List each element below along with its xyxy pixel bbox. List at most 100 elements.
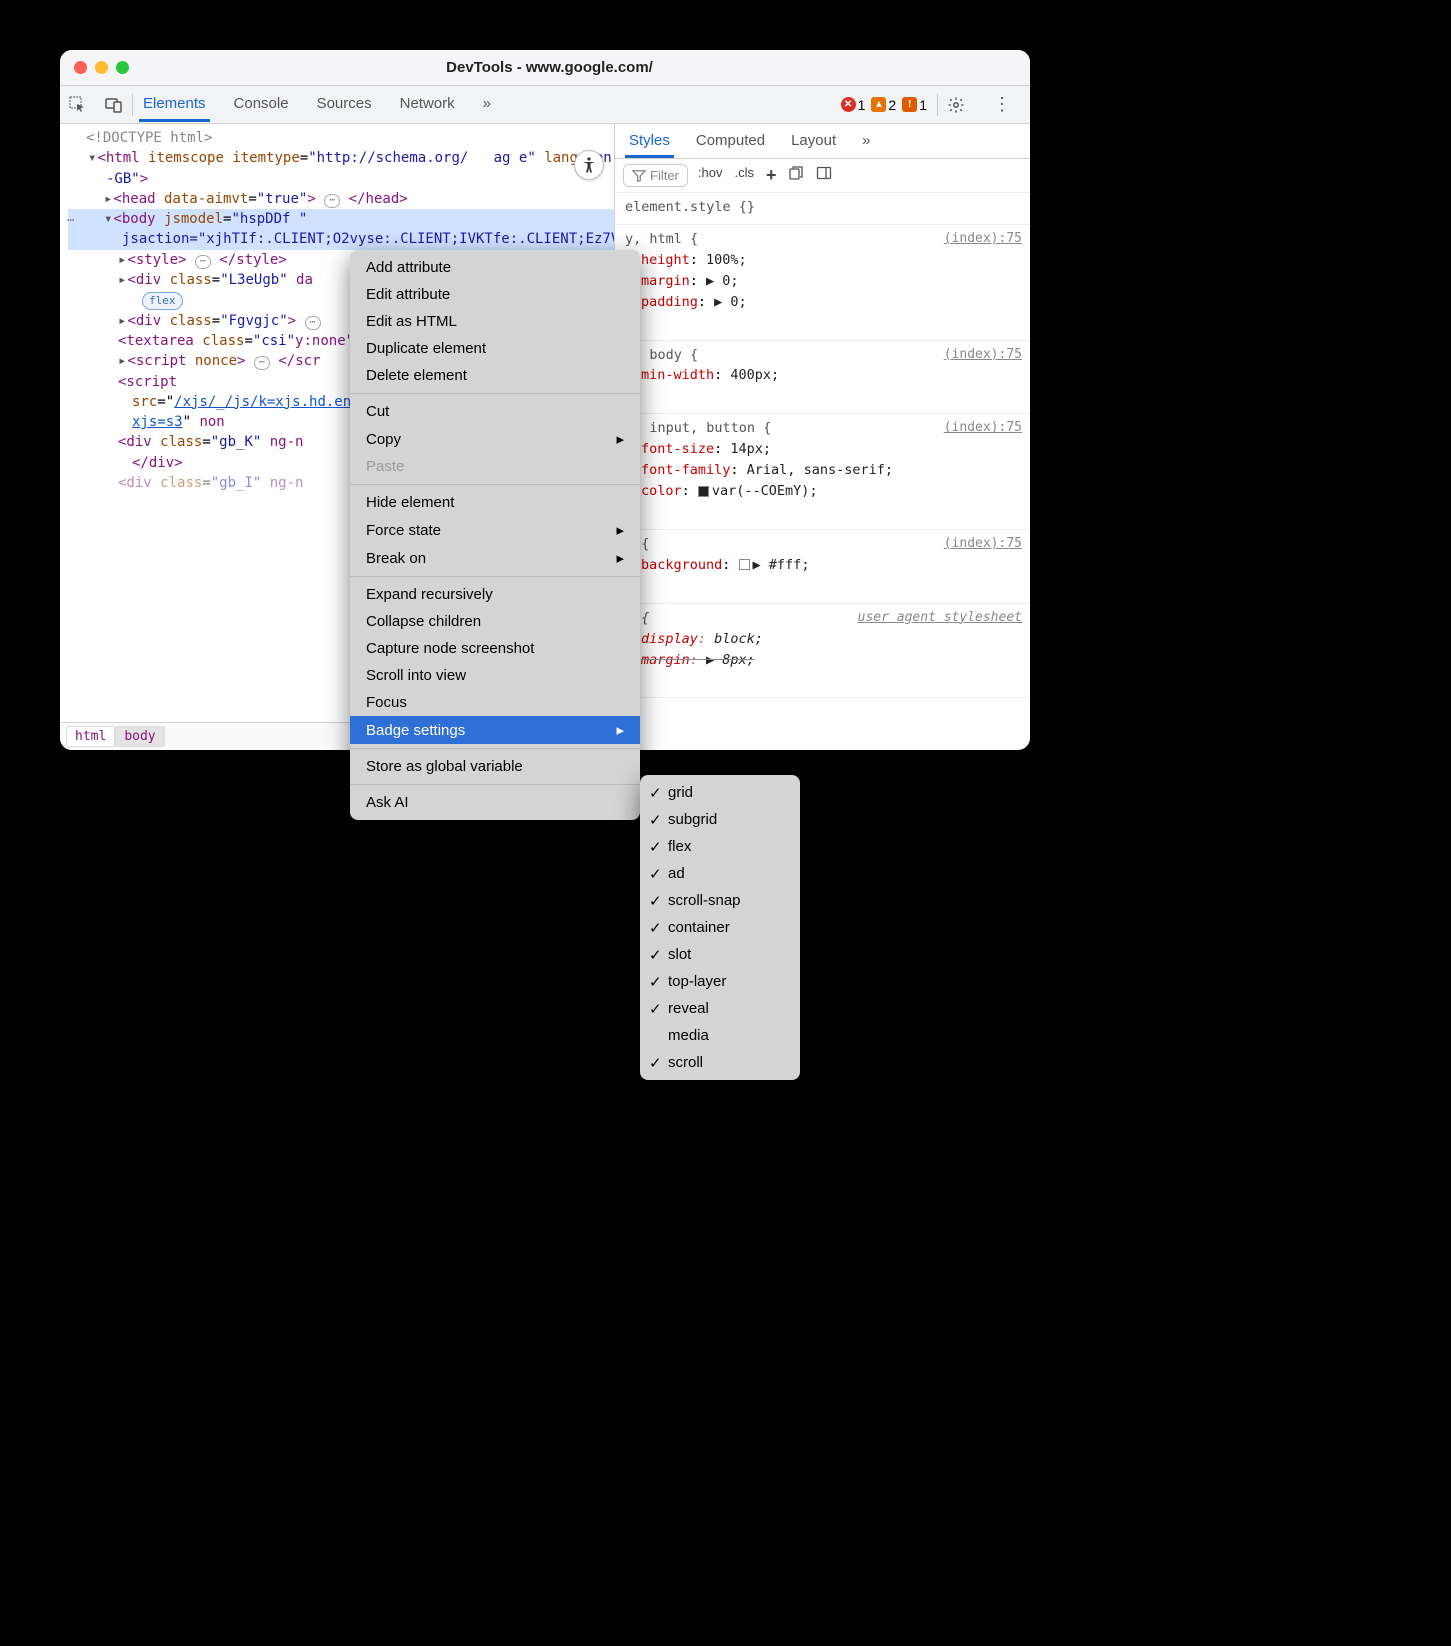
context-menu[interactable]: Add attributeEdit attributeEdit as HTMLD…: [350, 250, 640, 820]
menu-item-focus[interactable]: Focus: [350, 689, 640, 716]
css-declaration[interactable]: padding: ▶ 0;: [625, 292, 1022, 313]
menu-item-store-as-global-variable[interactable]: Store as global variable: [350, 753, 640, 780]
crumb-html[interactable]: html: [66, 726, 115, 747]
tabs-overflow[interactable]: »: [479, 87, 495, 122]
rule-source[interactable]: (index):75: [944, 229, 1022, 249]
css-declaration[interactable]: margin: ▶ 0;: [625, 271, 1022, 292]
menu-item-badge-settings[interactable]: Badge settings ▸: [350, 716, 640, 744]
css-declaration[interactable]: background: ▶ #fff;: [625, 555, 1022, 576]
css-declaration[interactable]: font-family: Arial, sans-serif;: [625, 460, 1022, 481]
badge-option-scroll-snap[interactable]: ✓ scroll-snap: [640, 887, 800, 914]
badge-option-flex[interactable]: ✓flex: [640, 833, 800, 860]
menu-item-capture-node-screenshot[interactable]: Capture node screenshot: [350, 635, 640, 662]
css-declaration[interactable]: font-size: 14px;: [625, 439, 1022, 460]
html-element-node[interactable]: ▾<html itemscope itemtype="http://schema…: [68, 148, 614, 189]
menu-item-label: Capture node screenshot: [366, 640, 534, 657]
check-icon: ✓: [649, 892, 662, 910]
badge-option-slot[interactable]: ✓slot: [640, 941, 800, 968]
styles-tab-more[interactable]: »: [858, 124, 874, 158]
panel-tabs: Elements Console Sources Network »: [133, 87, 495, 122]
menu-item-add-attribute[interactable]: Add attribute: [350, 254, 640, 281]
css-declaration[interactable]: color: var(--COEmY);: [625, 481, 1022, 502]
window-close[interactable]: [74, 61, 87, 74]
css-declaration[interactable]: display: block;: [625, 629, 1022, 650]
accessibility-icon[interactable]: [574, 150, 604, 180]
css-rule[interactable]: (index):75 y, input, button { font-size: 1…: [615, 414, 1030, 530]
badge-option-top-layer[interactable]: ✓top-layer: [640, 968, 800, 995]
css-rule[interactable]: user agent stylesheety {display: block;m…: [615, 604, 1030, 699]
tab-network[interactable]: Network: [396, 87, 459, 122]
menu-item-cut[interactable]: Cut: [350, 398, 640, 425]
css-declaration[interactable]: height: 100%;: [625, 250, 1022, 271]
tab-sources[interactable]: Sources: [313, 87, 376, 122]
menu-item-label: Paste: [366, 458, 404, 475]
window-maximize[interactable]: [116, 61, 129, 74]
errors-count: 1: [858, 97, 866, 113]
css-declaration[interactable]: min-width: 400px;: [625, 365, 1022, 386]
badge-option-scroll[interactable]: ✓scroll: [640, 1049, 800, 1076]
doctype-node[interactable]: <!DOCTYPE html>: [68, 128, 614, 148]
check-icon: ✓: [649, 973, 662, 991]
device-toggle-icon[interactable]: [104, 95, 124, 115]
css-rule[interactable]: (index):75y {background: ▶ #fff;}: [615, 530, 1030, 604]
badge-option-media[interactable]: media: [640, 1022, 800, 1049]
styles-tab-styles[interactable]: Styles: [625, 124, 674, 158]
menu-item-label: Copy: [366, 431, 401, 448]
window-minimize[interactable]: [95, 61, 108, 74]
css-rule[interactable]: (index):75l, body {min-width: 400px;}: [615, 341, 1030, 415]
head-element-node[interactable]: ▸<head data-aimvt="true"> ⋯ </head>: [68, 189, 614, 209]
styles-tab-layout[interactable]: Layout: [787, 124, 840, 158]
css-rule[interactable]: (index):75y, html {height: 100%;margin: …: [615, 225, 1030, 341]
badge-option-subgrid[interactable]: ✓subgrid: [640, 806, 800, 833]
css-declaration[interactable]: margin: ▶ 8px;: [625, 650, 1022, 671]
menu-item-break-on[interactable]: Break on▸: [350, 544, 640, 572]
copy-styles-icon[interactable]: [784, 163, 808, 188]
body-element-node[interactable]: ▾<body jsmodel="hspDDf " jsaction="xjhTI…: [68, 209, 614, 250]
badge-option-reveal[interactable]: ✓reveal: [640, 995, 800, 1022]
menu-item-duplicate-element[interactable]: Duplicate element: [350, 335, 640, 362]
rule-source[interactable]: user agent stylesheet: [858, 608, 1022, 628]
issues-badge[interactable]: !1: [902, 97, 927, 113]
rule-source[interactable]: (index):75: [944, 418, 1022, 438]
tab-elements[interactable]: Elements: [139, 87, 210, 122]
menu-item-collapse-children[interactable]: Collapse children: [350, 608, 640, 635]
inspect-icon[interactable]: [68, 95, 88, 115]
menu-item-edit-attribute[interactable]: Edit attribute: [350, 281, 640, 308]
rule-source[interactable]: (index):75: [944, 534, 1022, 554]
filter-icon: [632, 169, 646, 183]
badge-settings-submenu[interactable]: ✓grid✓subgrid✓flex✓ad ✓ scroll-snap ✓contai…: [640, 775, 800, 1080]
badge-option-grid[interactable]: ✓grid: [640, 779, 800, 806]
styles-filter-input[interactable]: Filter: [623, 164, 688, 187]
menu-item-label: Badge settings: [366, 722, 465, 739]
crumb-body[interactable]: body: [115, 726, 164, 747]
check-icon: ✓: [649, 838, 662, 856]
badge-option-container[interactable]: ✓container: [640, 914, 800, 941]
rule-source[interactable]: (index):75: [944, 345, 1022, 365]
toggle-panel-icon[interactable]: [812, 163, 836, 188]
menu-item-hide-element[interactable]: Hide element: [350, 489, 640, 516]
chevron-right-icon: ▸: [616, 721, 624, 739]
menu-item-ask-ai[interactable]: Ask AI: [350, 789, 640, 816]
tab-console[interactable]: Console: [230, 87, 293, 122]
warnings-badge[interactable]: ▲2: [871, 97, 896, 113]
rule-selector: y, input, button {: [625, 420, 771, 436]
menu-item-edit-as-html[interactable]: Edit as HTML: [350, 308, 640, 335]
badge-option-ad[interactable]: ✓ad: [640, 860, 800, 887]
styles-rules-list[interactable]: element.style {}(index):75y, html {heigh…: [615, 193, 1030, 750]
menu-item-expand-recursively[interactable]: Expand recursively: [350, 581, 640, 608]
more-icon[interactable]: ⋮: [992, 95, 1012, 115]
css-rule[interactable]: element.style {}: [615, 193, 1030, 225]
new-style-rule-button[interactable]: +: [762, 163, 781, 188]
settings-icon[interactable]: [946, 95, 966, 115]
menu-item-force-state[interactable]: Force state▸: [350, 516, 640, 544]
styles-tab-computed[interactable]: Computed: [692, 124, 769, 158]
badge-option-label: scroll-snap: [668, 892, 741, 909]
menu-item-scroll-into-view[interactable]: Scroll into view: [350, 662, 640, 689]
toggle-hov[interactable]: :hov: [694, 163, 727, 188]
styles-toggle-group: :hov .cls +: [694, 163, 837, 188]
toggle-cls[interactable]: .cls: [730, 163, 758, 188]
menu-item-copy[interactable]: Copy▸: [350, 425, 640, 453]
menu-item-delete-element[interactable]: Delete element: [350, 362, 640, 389]
errors-badge[interactable]: ✕1: [841, 97, 866, 113]
badge-option-label: media: [668, 1027, 709, 1044]
